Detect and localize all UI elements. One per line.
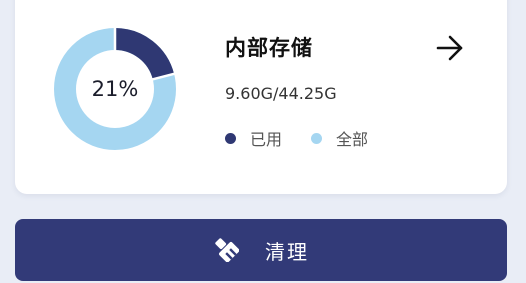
legend-dot-total bbox=[311, 132, 323, 144]
storage-donut-chart: 21% bbox=[50, 24, 180, 154]
legend-label-used: 已用 bbox=[250, 130, 283, 149]
legend-label-total: 全部 bbox=[336, 130, 369, 149]
usage-percent: 21% bbox=[91, 77, 139, 101]
arrow-right-icon[interactable] bbox=[435, 34, 465, 62]
clean-button-label: 清理 bbox=[265, 239, 309, 264]
storage-title: 内部存储 bbox=[225, 36, 313, 60]
legend-item-used: 已用 bbox=[225, 126, 282, 150]
storage-card[interactable]: 21% 内部存储 9.60G/44.25G 已用 全部 bbox=[15, 0, 507, 194]
legend-item-total: 全部 bbox=[311, 126, 368, 150]
broom-icon bbox=[215, 238, 239, 262]
storage-size-text: 9.60G/44.25G bbox=[225, 84, 337, 103]
storage-legend: 已用 全部 bbox=[225, 126, 397, 150]
legend-dot-used bbox=[225, 132, 236, 144]
clean-button[interactable]: 清理 bbox=[15, 219, 507, 281]
